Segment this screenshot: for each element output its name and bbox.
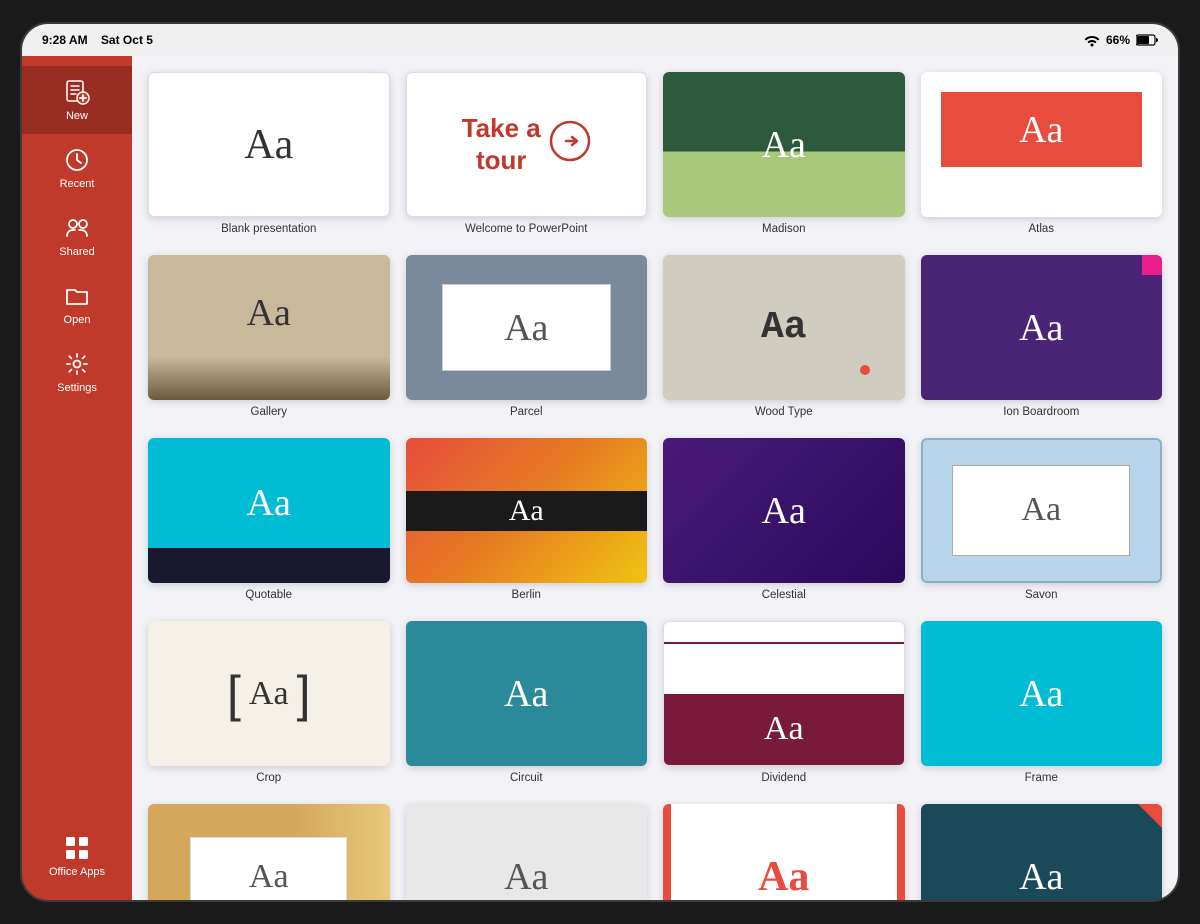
new-icon: [63, 78, 91, 106]
template-thumb-crop: [ Aa ]: [148, 621, 390, 766]
template-frame[interactable]: Aa Frame: [921, 621, 1163, 784]
wifi-icon: [1084, 33, 1100, 47]
sidebar-item-shared-label: Shared: [59, 246, 94, 258]
template-thumb-atlas: Aa: [921, 72, 1163, 217]
template-thumb-savon: Aa: [921, 438, 1163, 583]
template-label-woodtype: Wood Type: [755, 406, 813, 418]
template-thumb-frame: Aa: [921, 621, 1163, 766]
sidebar-item-open-label: Open: [64, 314, 91, 326]
template-berlin[interactable]: Aa Berlin: [406, 438, 648, 601]
time-display: 9:28 AM: [42, 33, 88, 47]
template-label-madison: Madison: [762, 223, 805, 235]
status-left: 9:28 AM Sat Oct 5: [42, 33, 153, 47]
template-madison[interactable]: Aa Madison: [663, 72, 905, 235]
main-content: Aa Blank presentation Take atour: [132, 56, 1178, 900]
template-gallery[interactable]: Aa Gallery: [148, 255, 390, 418]
template-label-tour: Welcome to PowerPoint: [465, 223, 588, 235]
template-organic[interactable]: Aa Organic: [148, 804, 390, 900]
template-tour[interactable]: Take atour Welcome to PowerPoint: [406, 72, 648, 235]
template-label-gallery: Gallery: [251, 406, 287, 418]
sidebar-item-open[interactable]: Open: [22, 270, 132, 338]
app-container: New Recent Shared: [22, 56, 1178, 900]
template-thumb-circuit: Aa: [406, 621, 648, 766]
template-thumb-tour: Take atour: [406, 72, 648, 217]
template-droplet[interactable]: Aa Droplet: [406, 804, 648, 900]
sidebar-item-settings-label: Settings: [57, 382, 97, 394]
template-label-circuit: Circuit: [510, 772, 543, 784]
recent-icon: [63, 146, 91, 174]
office-apps-label: Office Apps: [49, 866, 105, 878]
template-label-celestial: Celestial: [762, 589, 806, 601]
template-thumb-quotable: Aa: [148, 438, 390, 583]
template-thumb-woodtype: Aa: [663, 255, 905, 400]
sidebar: New Recent Shared: [22, 56, 132, 900]
sidebar-item-shared[interactable]: Shared: [22, 202, 132, 270]
templates-grid: Aa Blank presentation Take atour: [148, 72, 1162, 900]
template-thumb-ion: Aa: [921, 804, 1163, 900]
sidebar-item-settings[interactable]: Settings: [22, 338, 132, 406]
sidebar-item-recent-label: Recent: [60, 178, 95, 190]
template-ion-boardroom[interactable]: Aa Ion Boardroom: [921, 255, 1163, 418]
template-thumb-madison: Aa: [663, 72, 905, 217]
open-icon: [63, 282, 91, 310]
status-bar: 9:28 AM Sat Oct 5 66%: [22, 24, 1178, 56]
template-main-event[interactable]: Aa Main Event: [663, 804, 905, 900]
template-label-atlas: Atlas: [1028, 223, 1054, 235]
date-display: Sat Oct 5: [101, 33, 153, 47]
sidebar-item-recent[interactable]: Recent: [22, 134, 132, 202]
template-thumb-organic: Aa: [148, 804, 390, 900]
settings-icon: [63, 350, 91, 378]
battery-icon: [1136, 34, 1158, 46]
office-apps-button[interactable]: Office Apps: [22, 822, 132, 890]
template-label-savon: Savon: [1025, 589, 1058, 601]
template-dividend[interactable]: Aa Dividend: [663, 621, 905, 784]
template-ion[interactable]: Aa Ion: [921, 804, 1163, 900]
template-label-parcel: Parcel: [510, 406, 543, 418]
template-label-dividend: Dividend: [761, 772, 806, 784]
template-label-blank: Blank presentation: [221, 223, 316, 235]
shared-icon: [63, 214, 91, 242]
sidebar-bottom: Office Apps: [22, 822, 132, 890]
template-label-ion-boardroom: Ion Boardroom: [1003, 406, 1079, 418]
template-celestial[interactable]: Aa Celestial: [663, 438, 905, 601]
template-thumb-gallery: Aa: [148, 255, 390, 400]
template-thumb-main-event: Aa: [663, 804, 905, 900]
template-crop[interactable]: [ Aa ] Crop: [148, 621, 390, 784]
sidebar-item-new[interactable]: New: [22, 66, 132, 134]
template-atlas[interactable]: Aa Atlas: [921, 72, 1163, 235]
template-circuit[interactable]: Aa Circuit: [406, 621, 648, 784]
template-thumb-berlin: Aa: [406, 438, 648, 583]
template-thumb-ion-boardroom: Aa: [921, 255, 1163, 400]
status-right: 66%: [1084, 33, 1158, 47]
template-woodtype[interactable]: Aa Wood Type: [663, 255, 905, 418]
template-parcel[interactable]: Aa Parcel: [406, 255, 648, 418]
template-label-frame: Frame: [1025, 772, 1058, 784]
template-label-quotable: Quotable: [245, 589, 292, 601]
ipad-device: 9:28 AM Sat Oct 5 66%: [20, 22, 1180, 902]
template-blank[interactable]: Aa Blank presentation: [148, 72, 390, 235]
template-quotable[interactable]: Aa Quotable: [148, 438, 390, 601]
template-label-berlin: Berlin: [512, 589, 541, 601]
battery-display: 66%: [1106, 33, 1130, 47]
template-label-crop: Crop: [256, 772, 281, 784]
template-thumb-celestial: Aa: [663, 438, 905, 583]
template-thumb-droplet: Aa: [406, 804, 648, 900]
template-thumb-parcel: Aa: [406, 255, 648, 400]
template-thumb-dividend: Aa: [663, 621, 905, 766]
template-thumb-blank: Aa: [148, 72, 390, 217]
office-apps-icon: [63, 834, 91, 862]
template-savon[interactable]: Aa Savon: [921, 438, 1163, 601]
sidebar-item-new-label: New: [66, 110, 88, 122]
